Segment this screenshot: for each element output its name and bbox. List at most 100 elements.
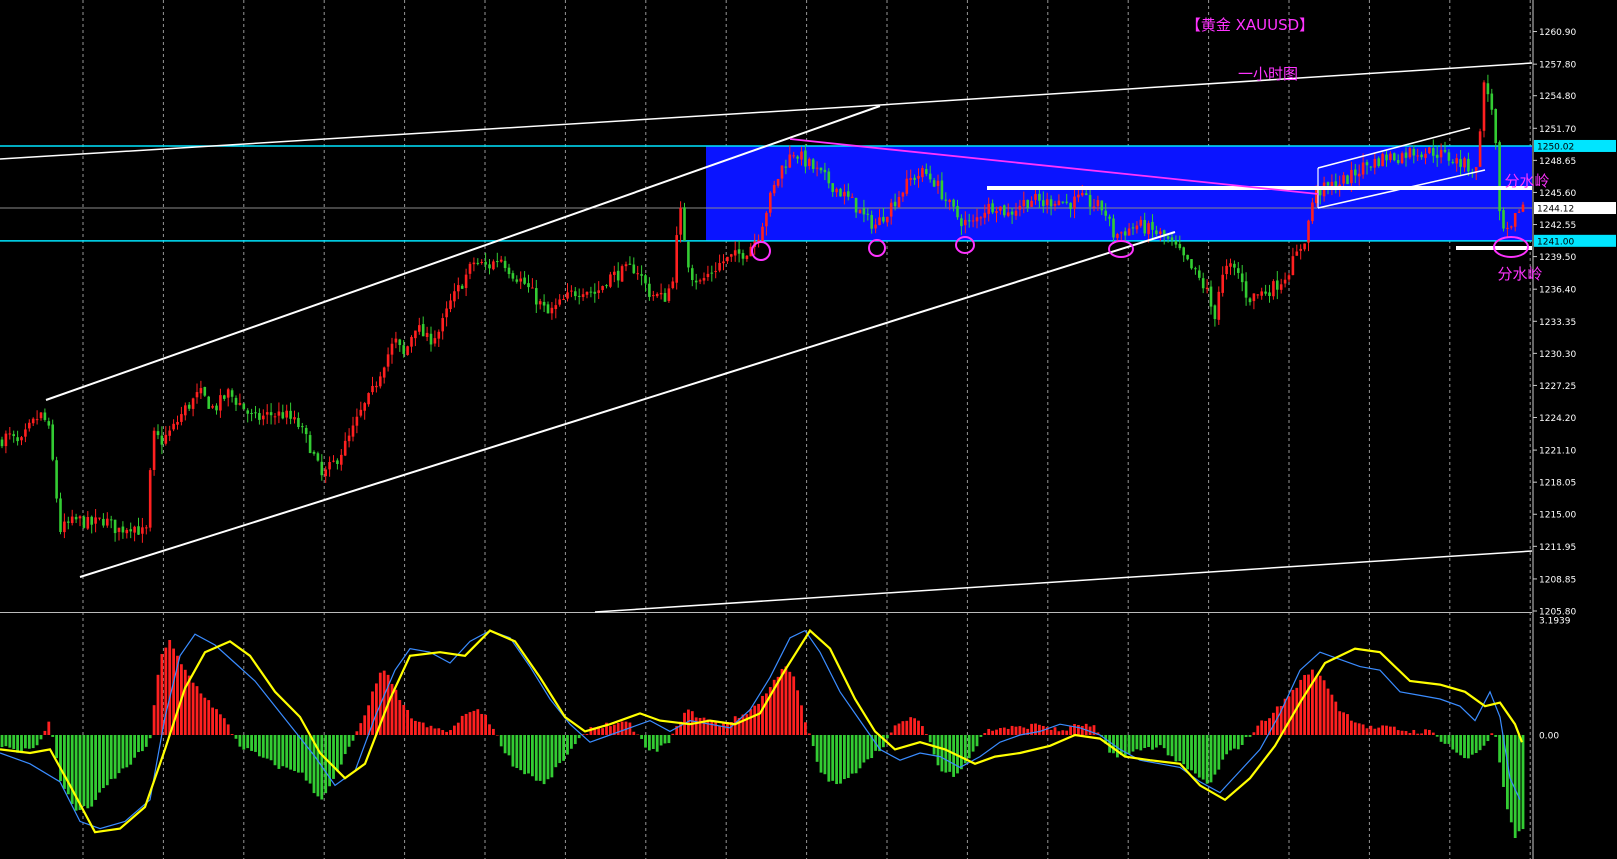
candle-body (847, 191, 850, 197)
candle-body (184, 405, 187, 416)
macd-histogram-bar (402, 704, 406, 735)
macd-histogram-bar (476, 709, 480, 735)
candle-body (1006, 212, 1010, 216)
macd-histogram-bar (410, 718, 413, 735)
macd-histogram-bar (905, 720, 909, 735)
macd-histogram-bar (1166, 735, 1170, 756)
candle-body (1182, 247, 1185, 256)
price-tick-label: 1257.80 (1539, 61, 1576, 71)
candle-body (854, 197, 858, 213)
candle (207, 395, 210, 409)
macd-histogram-bar (141, 735, 144, 752)
candle-body (226, 389, 230, 398)
macd-histogram-bar (862, 735, 866, 763)
candle-body (133, 526, 136, 533)
candle-body (874, 224, 877, 229)
candle-body (675, 235, 678, 283)
candle-body (297, 417, 300, 427)
macd-histogram-bar (928, 735, 932, 743)
macd-histogram-bar (293, 735, 296, 772)
macd-histogram-bar (710, 720, 714, 735)
candle-body (421, 324, 425, 337)
candle-body (827, 171, 831, 184)
macd-histogram-bar (0, 735, 4, 748)
macd-histogram-bar (839, 735, 842, 784)
candle-body (527, 283, 530, 288)
macd-histogram-bar (971, 735, 975, 752)
candle-body (1057, 200, 1061, 206)
candle-body (320, 461, 324, 476)
macd-histogram-bar (663, 735, 667, 744)
macd-histogram-bar (1338, 711, 1342, 735)
macd-histogram-bar (109, 735, 113, 780)
candle-body (967, 220, 971, 222)
macd-histogram-bar (51, 735, 55, 737)
candle-body (652, 295, 655, 297)
price-tick-label: 1224.20 (1539, 414, 1576, 424)
macd-histogram-bar (835, 735, 838, 785)
candle-body (191, 398, 195, 409)
candle-body (94, 517, 97, 524)
candle-body (866, 213, 870, 215)
chart-subtitle: 一小时图 (1238, 65, 1298, 83)
candle-body (804, 150, 807, 167)
macd-histogram-bar (316, 735, 320, 797)
macd-histogram-bar (1229, 735, 1232, 751)
candle-body (1065, 201, 1068, 203)
candle-body (1276, 280, 1279, 290)
macd-histogram-bar (1420, 733, 1423, 735)
candle (242, 403, 246, 410)
candle-body (1100, 200, 1104, 211)
candle-body (1318, 189, 1322, 196)
macd-histogram-bar (468, 712, 472, 735)
candle-body (16, 437, 19, 442)
price-tick-label: 1242.55 (1539, 221, 1576, 231)
price-level-tag-label: 1250.02 (1537, 142, 1574, 152)
candle-body (230, 390, 234, 397)
macd-histogram-bar (1197, 735, 1201, 778)
macd-histogram-bar (148, 735, 152, 739)
candle-body (382, 367, 386, 378)
macd-histogram-bar (47, 721, 51, 735)
candle-body (70, 516, 74, 524)
price-tick-label: 1251.70 (1539, 125, 1576, 135)
candle-body (1077, 194, 1080, 198)
macd-histogram-bar (1490, 733, 1494, 735)
candle-body (1455, 158, 1458, 164)
macd-histogram-bar (531, 735, 534, 777)
macd-histogram-bar (1318, 675, 1322, 735)
candle-body (82, 516, 86, 528)
candle-body (886, 216, 889, 223)
candle-body (554, 305, 558, 310)
macd-histogram-bar (901, 721, 905, 735)
macd-histogram-bar (215, 709, 218, 735)
macd-histogram-bar (1330, 694, 1334, 735)
candle-body (129, 529, 132, 532)
macd-histogram-bar (449, 730, 452, 735)
macd-histogram-bar (117, 735, 121, 774)
candle-body (1217, 291, 1221, 320)
candle-body (1326, 182, 1330, 186)
macd-histogram-bar (948, 735, 952, 772)
macd-histogram-bar (484, 714, 487, 735)
candle-body (1404, 152, 1408, 158)
candle-body (932, 180, 936, 187)
candle-body (340, 454, 343, 465)
macd-histogram-bar (1053, 727, 1057, 735)
macd-histogram-bar (1080, 726, 1084, 735)
macd-histogram-bar (24, 735, 27, 749)
candle-body (1178, 244, 1182, 249)
candle-body (780, 165, 784, 179)
macd-histogram-bar (843, 735, 846, 780)
candle-body (39, 412, 43, 419)
candle-body (991, 203, 994, 213)
candle-body (137, 526, 140, 535)
macd-histogram-bar (472, 710, 476, 735)
candle-body (74, 516, 78, 520)
candle-body (523, 277, 526, 284)
macd-histogram-bar (694, 717, 698, 735)
macd-histogram-bar (917, 720, 920, 735)
candle-body (1315, 188, 1318, 204)
macd-histogram-bar (811, 735, 815, 747)
candle-body (281, 412, 285, 419)
